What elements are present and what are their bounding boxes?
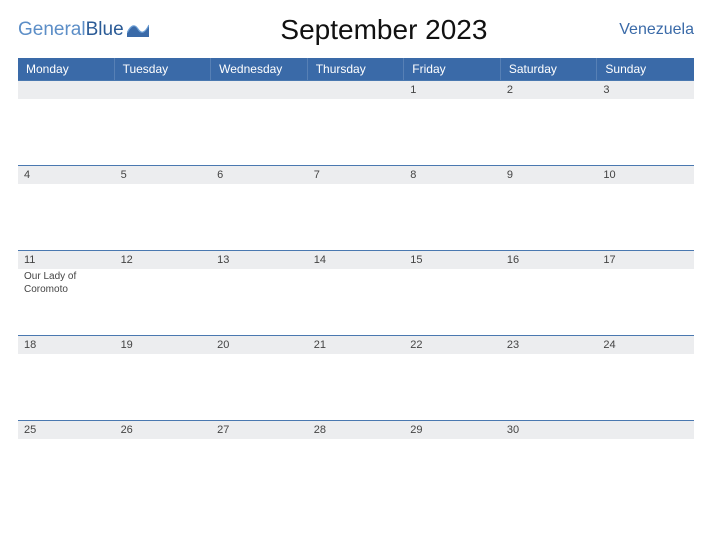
brand-logo: GeneralBlue bbox=[18, 19, 149, 41]
day-number bbox=[211, 81, 308, 99]
day-cell: 25 bbox=[18, 421, 115, 505]
day-number: 21 bbox=[308, 336, 405, 354]
dow-fri: Friday bbox=[404, 58, 501, 80]
brand-part1: General bbox=[18, 19, 86, 41]
day-cell: 11 Our Lady of Coromoto bbox=[18, 251, 115, 335]
week-row: 252627282930 bbox=[18, 420, 694, 505]
day-cell: 3 bbox=[597, 81, 694, 165]
day-number: 7 bbox=[308, 166, 405, 184]
dow-thu: Thursday bbox=[308, 58, 405, 80]
day-number: 4 bbox=[18, 166, 115, 184]
calendar-title: September 2023 bbox=[280, 14, 487, 46]
day-cell: 30 bbox=[501, 421, 598, 505]
week-row: 11 Our Lady of Coromoto 121314151617 bbox=[18, 250, 694, 335]
day-number: 29 bbox=[404, 421, 501, 439]
day-number bbox=[597, 421, 694, 439]
country-label: Venezuela bbox=[619, 21, 694, 39]
day-cell bbox=[211, 81, 308, 165]
day-number: 17 bbox=[597, 251, 694, 269]
brand-wave-icon bbox=[127, 19, 149, 37]
dow-mon: Monday bbox=[18, 58, 115, 80]
day-number: 30 bbox=[501, 421, 598, 439]
day-number: 13 bbox=[211, 251, 308, 269]
day-number: 28 bbox=[308, 421, 405, 439]
day-cell: 10 bbox=[597, 166, 694, 250]
day-cell: 23 bbox=[501, 336, 598, 420]
day-cell: 15 bbox=[404, 251, 501, 335]
day-cell: 17 bbox=[597, 251, 694, 335]
brand-part2: Blue bbox=[86, 19, 124, 41]
calendar-grid: 1234567891011Our Lady of Coromoto1213141… bbox=[18, 80, 694, 505]
day-number bbox=[18, 81, 115, 99]
day-number bbox=[308, 81, 405, 99]
dow-wed: Wednesday bbox=[211, 58, 308, 80]
dow-tue: Tuesday bbox=[115, 58, 212, 80]
day-cell bbox=[115, 81, 212, 165]
day-number: 15 bbox=[404, 251, 501, 269]
day-cell bbox=[597, 421, 694, 505]
day-cell: 1 bbox=[404, 81, 501, 165]
day-cell: 13 bbox=[211, 251, 308, 335]
day-number: 20 bbox=[211, 336, 308, 354]
day-cell bbox=[18, 81, 115, 165]
week-row: 45678910 bbox=[18, 165, 694, 250]
day-number: 18 bbox=[18, 336, 115, 354]
day-cell: 2 bbox=[501, 81, 598, 165]
day-number: 24 bbox=[597, 336, 694, 354]
day-number: 5 bbox=[115, 166, 212, 184]
day-number: 25 bbox=[18, 421, 115, 439]
day-number: 3 bbox=[597, 81, 694, 99]
dow-sat: Saturday bbox=[501, 58, 598, 80]
day-number: 11 bbox=[18, 251, 115, 269]
week-row: 18192021222324 bbox=[18, 335, 694, 420]
day-number: 27 bbox=[211, 421, 308, 439]
day-number bbox=[115, 81, 212, 99]
day-number: 6 bbox=[211, 166, 308, 184]
day-number: 8 bbox=[404, 166, 501, 184]
day-number: 16 bbox=[501, 251, 598, 269]
day-cell: 12 bbox=[115, 251, 212, 335]
day-number: 1 bbox=[404, 81, 501, 99]
day-cell: 14 bbox=[308, 251, 405, 335]
day-cell: 9 bbox=[501, 166, 598, 250]
day-number: 14 bbox=[308, 251, 405, 269]
day-number: 9 bbox=[501, 166, 598, 184]
day-cell: 22 bbox=[404, 336, 501, 420]
day-cell: 27 bbox=[211, 421, 308, 505]
dow-sun: Sunday bbox=[597, 58, 694, 80]
day-cell: 26 bbox=[115, 421, 212, 505]
day-cell: 5 bbox=[115, 166, 212, 250]
day-cell: 18 bbox=[18, 336, 115, 420]
day-of-week-header: Monday Tuesday Wednesday Thursday Friday… bbox=[18, 58, 694, 80]
week-row: 123 bbox=[18, 80, 694, 165]
day-cell: 6 bbox=[211, 166, 308, 250]
day-cell bbox=[308, 81, 405, 165]
day-cell: 20 bbox=[211, 336, 308, 420]
day-cell: 4 bbox=[18, 166, 115, 250]
day-number: 10 bbox=[597, 166, 694, 184]
calendar-header: GeneralBlue September 2023 Venezuela bbox=[18, 14, 694, 46]
day-cell: 21 bbox=[308, 336, 405, 420]
day-number: 22 bbox=[404, 336, 501, 354]
day-number: 12 bbox=[115, 251, 212, 269]
day-number: 19 bbox=[115, 336, 212, 354]
day-cell: 16 bbox=[501, 251, 598, 335]
day-cell: 7 bbox=[308, 166, 405, 250]
day-cell: 8 bbox=[404, 166, 501, 250]
day-number: 26 bbox=[115, 421, 212, 439]
day-event: Our Lady of Coromoto bbox=[24, 271, 109, 296]
day-cell: 19 bbox=[115, 336, 212, 420]
day-cell: 29 bbox=[404, 421, 501, 505]
day-cell: 24 bbox=[597, 336, 694, 420]
day-number: 23 bbox=[501, 336, 598, 354]
day-number: 2 bbox=[501, 81, 598, 99]
day-cell: 28 bbox=[308, 421, 405, 505]
